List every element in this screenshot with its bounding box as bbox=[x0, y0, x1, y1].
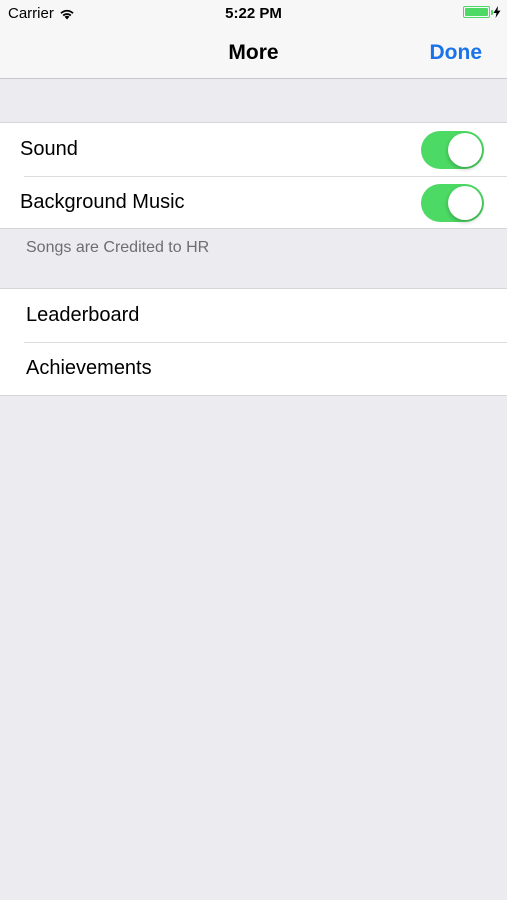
status-time: 5:22 PM bbox=[225, 5, 282, 22]
achievements-row[interactable]: Achievements bbox=[0, 342, 507, 395]
settings-group: Sound Background Music bbox=[0, 122, 507, 229]
background-music-row: Background Music bbox=[0, 176, 507, 229]
battery-level-fill bbox=[465, 8, 488, 16]
sound-toggle[interactable] bbox=[421, 131, 484, 169]
leaderboard-row[interactable]: Leaderboard bbox=[0, 289, 507, 342]
toggle-knob bbox=[448, 186, 482, 220]
leaderboard-label: Leaderboard bbox=[26, 304, 140, 326]
sound-label: Sound bbox=[20, 138, 78, 160]
background-music-toggle[interactable] bbox=[421, 184, 484, 222]
charging-bolt-icon bbox=[493, 6, 501, 18]
background-music-label: Background Music bbox=[20, 191, 185, 213]
status-bar: Carrier 5:22 PM bbox=[0, 0, 507, 28]
game-center-group: Leaderboard Achievements bbox=[0, 288, 507, 396]
toggle-knob bbox=[448, 133, 482, 167]
achievements-label: Achievements bbox=[26, 357, 152, 379]
battery-icon bbox=[463, 6, 493, 18]
navigation-bar: More Done bbox=[0, 28, 507, 79]
sound-row: Sound bbox=[0, 123, 507, 176]
battery-indicator bbox=[463, 6, 501, 18]
section-footer-note: Songs are Credited to HR bbox=[26, 239, 210, 256]
done-button[interactable]: Done bbox=[430, 41, 483, 65]
